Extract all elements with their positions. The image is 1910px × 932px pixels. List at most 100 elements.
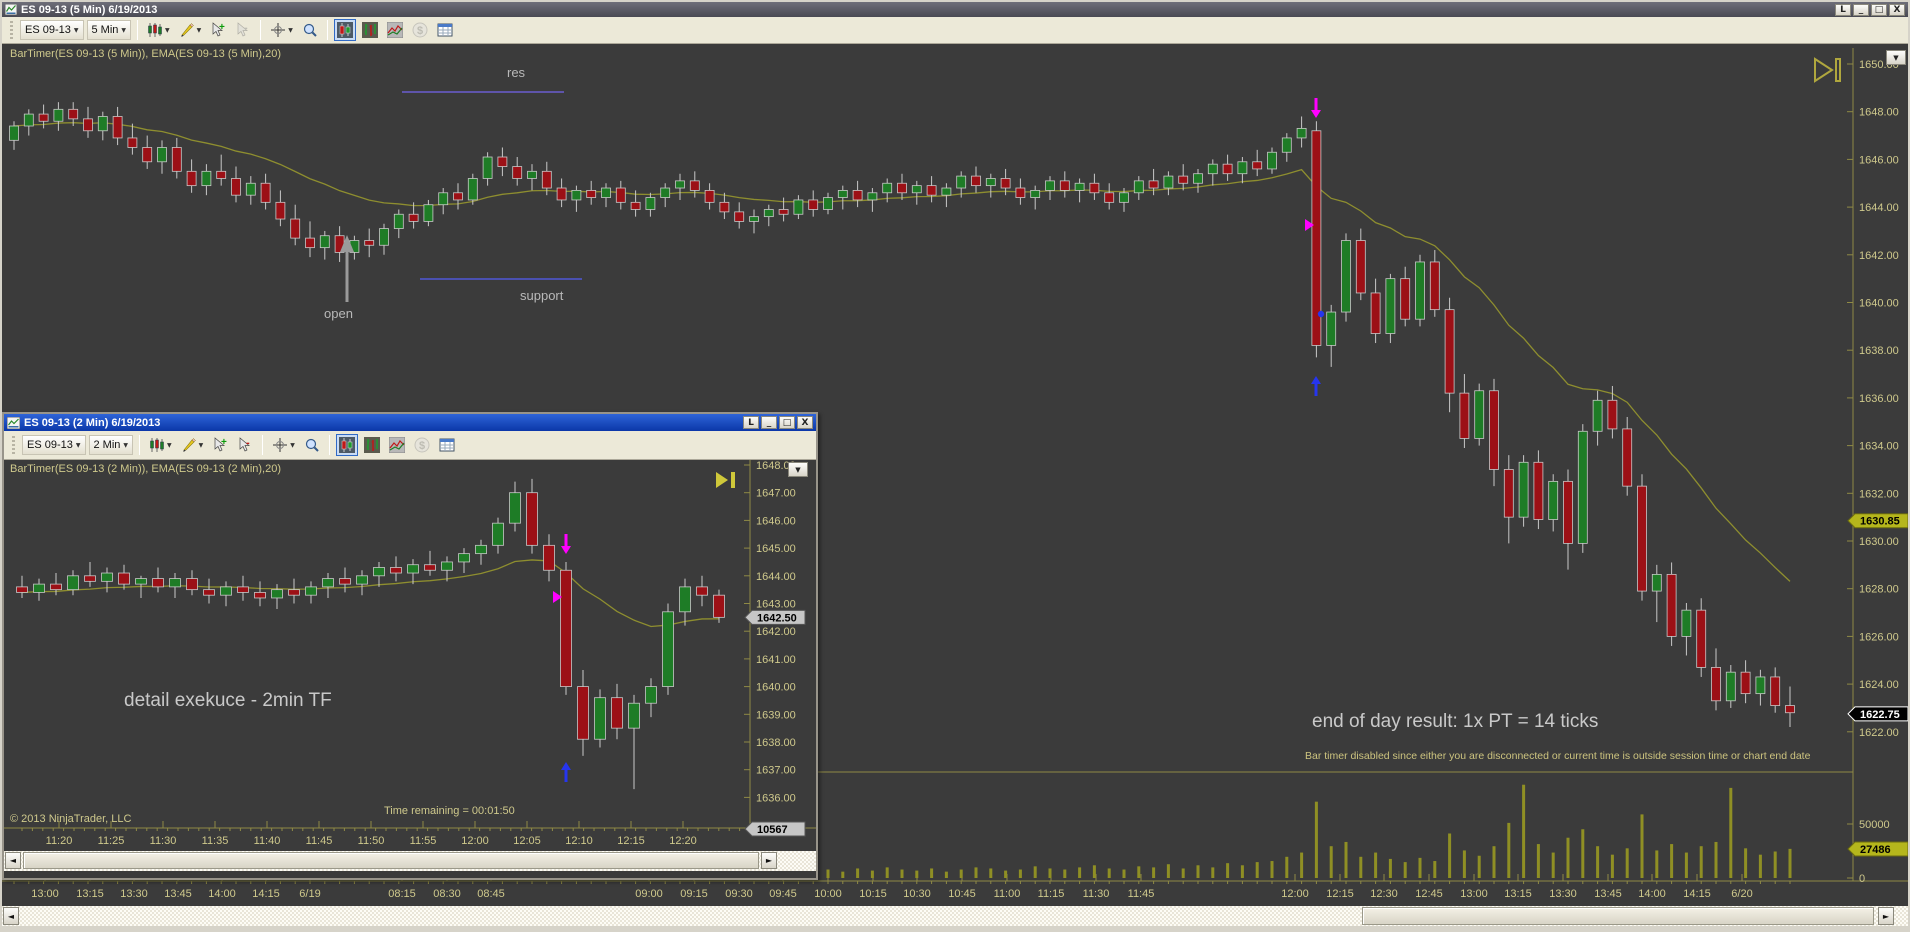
- candle: [339, 578, 351, 585]
- candle: [1252, 161, 1263, 170]
- dollar-button[interactable]: $: [411, 434, 433, 456]
- scroll-left-button[interactable]: ◄: [3, 907, 19, 925]
- chevron-down-icon: ▼: [167, 441, 172, 449]
- maximize-button[interactable]: □: [1871, 3, 1887, 16]
- candle: [152, 578, 164, 588]
- candle: [1429, 261, 1440, 311]
- bar-mode-button[interactable]: [361, 434, 383, 456]
- time-tick-label: 13:15: [1504, 888, 1532, 900]
- drawing-tool[interactable]: ▼: [176, 19, 205, 41]
- chevron-down-icon: ▼: [290, 441, 295, 449]
- detail-window-titlebar[interactable]: ES 09-13 (2 Min) 6/19/2013 L _ □ X: [4, 414, 816, 431]
- zoom-window-tool[interactable]: [301, 434, 323, 456]
- bar-mode-button[interactable]: [359, 19, 381, 41]
- interval-dropdown[interactable]: 5 Min ▼: [86, 20, 132, 40]
- volume-bar: [1655, 850, 1659, 878]
- minimize-button[interactable]: _: [1853, 3, 1869, 16]
- toolbar-grip[interactable]: [12, 436, 15, 454]
- line-mode-button[interactable]: [386, 434, 408, 456]
- instrument-dropdown[interactable]: ES 09-13 ▼: [22, 435, 86, 455]
- candle: [719, 201, 730, 213]
- link-button[interactable]: L: [743, 416, 759, 429]
- zoomin-icon: +: [212, 437, 228, 453]
- candle: [1785, 705, 1795, 714]
- time-tick-label: 13:00: [1460, 888, 1488, 900]
- candle-mode-button[interactable]: [335, 434, 358, 456]
- toolbar-grip[interactable]: [10, 21, 13, 39]
- dollar-icon: $: [412, 22, 428, 38]
- scroll-right-button[interactable]: ►: [761, 852, 777, 869]
- crosshair-tool[interactable]: ▼: [267, 19, 296, 41]
- zoomout2-icon: -: [237, 437, 253, 453]
- dollar-button[interactable]: $: [409, 19, 431, 41]
- magnifier-icon: [304, 437, 320, 453]
- candle: [778, 209, 789, 215]
- candle: [201, 170, 212, 187]
- price-axis-scroll-button[interactable]: ▼: [1886, 50, 1906, 65]
- minimize-button[interactable]: _: [761, 416, 777, 429]
- link-button[interactable]: L: [1835, 3, 1851, 16]
- candle: [67, 575, 79, 591]
- price-axis-scroll-button[interactable]: ▼: [788, 462, 808, 477]
- main-window-titlebar[interactable]: ES 09-13 (5 Min) 6/19/2013 L _ □ X: [2, 2, 1908, 17]
- time-tick-label: 10:00: [814, 888, 842, 900]
- candle: [390, 567, 402, 574]
- exit-arrow: [1311, 376, 1321, 384]
- barmode-icon: [361, 22, 378, 38]
- maximize-button[interactable]: □: [779, 416, 795, 429]
- data-grid-button[interactable]: [436, 434, 458, 456]
- zoom-window-tool[interactable]: [299, 19, 321, 41]
- candlemode-icon: [336, 22, 353, 38]
- candle: [1696, 609, 1707, 668]
- time-tick-label: 12:00: [461, 835, 489, 847]
- scroll-right-button[interactable]: ►: [1878, 907, 1894, 925]
- zoom-out-tool[interactable]: -: [234, 434, 256, 456]
- drawing-tool[interactable]: ▼: [178, 434, 207, 456]
- candle: [356, 575, 368, 585]
- crosshair-tool[interactable]: ▼: [269, 434, 298, 456]
- candle: [956, 175, 967, 189]
- candle: [1341, 240, 1351, 313]
- candle: [319, 235, 330, 249]
- data-grid-button[interactable]: [434, 19, 456, 41]
- candle: [1622, 428, 1633, 487]
- candle: [941, 187, 952, 196]
- scrollbar-thumb[interactable]: [23, 852, 759, 869]
- line-mode-button[interactable]: [384, 19, 406, 41]
- candle: [379, 228, 389, 246]
- price-tick-label: 1639.00: [756, 709, 796, 721]
- zoom-out-tool[interactable]: -: [232, 19, 254, 41]
- main-indicator-label: BarTimer(ES 09-13 (5 Min)), EMA(ES 09-13…: [10, 48, 281, 60]
- candle: [571, 190, 582, 201]
- volume-bar: [1551, 852, 1555, 878]
- candle: [823, 197, 833, 210]
- candle: [527, 170, 537, 179]
- candle-mode-button[interactable]: [333, 19, 356, 41]
- interval-dropdown[interactable]: 2 Min ▼: [88, 435, 134, 455]
- candle: [926, 185, 937, 196]
- candle: [112, 116, 123, 139]
- volume-bar: [1625, 848, 1629, 878]
- candle: [704, 190, 715, 203]
- profit-target-marker: [1317, 310, 1325, 318]
- chart-style-tool[interactable]: ▼: [144, 19, 173, 41]
- candle: [1459, 392, 1470, 439]
- zoom-in-tool[interactable]: +: [209, 434, 231, 456]
- candle: [373, 567, 385, 577]
- candle: [290, 218, 301, 239]
- crosshair-icon: [272, 437, 288, 453]
- close-button[interactable]: X: [1889, 3, 1905, 16]
- candle: [275, 201, 286, 220]
- candle: [1104, 192, 1115, 203]
- candle: [231, 178, 241, 196]
- zoom-in-tool[interactable]: +: [207, 19, 229, 41]
- volume-bar: [1137, 866, 1141, 878]
- volume-bar: [1522, 784, 1526, 878]
- scrollbar-thumb[interactable]: [1362, 907, 1874, 925]
- close-button[interactable]: X: [797, 416, 813, 429]
- chart-style-tool[interactable]: ▼: [146, 434, 175, 456]
- instrument-dropdown[interactable]: ES 09-13 ▼: [20, 20, 84, 40]
- candle: [1548, 480, 1559, 520]
- scroll-left-button[interactable]: ◄: [5, 852, 21, 869]
- candle: [749, 216, 759, 222]
